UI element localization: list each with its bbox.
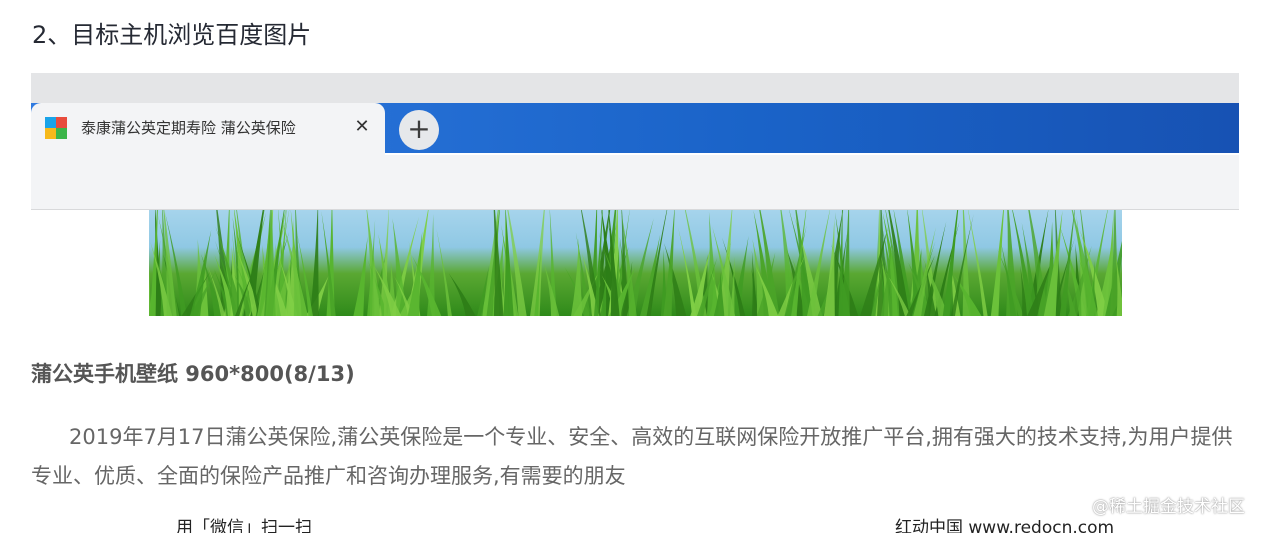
close-tab-icon[interactable]: ✕ [351, 116, 373, 138]
watermark: @稀土掘金技术社区 [1092, 497, 1245, 517]
browser-toolbar [31, 155, 1239, 210]
paragraph-text: 2019年7月17日蒲公英保险,蒲公英保险是一个专业、安全、高效的互联网保险开放… [31, 425, 1233, 488]
browser-tab[interactable]: 泰康蒲公英定期寿险 蒲公英保险 ✕ [31, 103, 385, 155]
grass-banner-image [149, 210, 1122, 316]
new-tab-button[interactable]: + [399, 110, 439, 150]
site-credit: 红动中国 www.redocn.com [895, 518, 1115, 533]
tab-title: 泰康蒲公英定期寿险 蒲公英保险 [81, 119, 296, 137]
window-top-bar [31, 73, 1239, 103]
step-heading: 2、目标主机浏览百度图片 [32, 21, 312, 49]
wechat-scan-caption: 用「微信」扫一扫 [176, 518, 312, 533]
site-favicon-icon [45, 117, 67, 139]
section-title: 蒲公英手机壁纸 960*800(8/13) [31, 362, 355, 386]
browser-window: 泰康蒲公英定期寿险 蒲公英保险 ✕ + 蒲公英手机壁纸 960*800(8/13… [31, 73, 1239, 533]
article-paragraph: 2019年7月17日蒲公英保险,蒲公英保险是一个专业、安全、高效的互联网保险开放… [31, 418, 1239, 496]
